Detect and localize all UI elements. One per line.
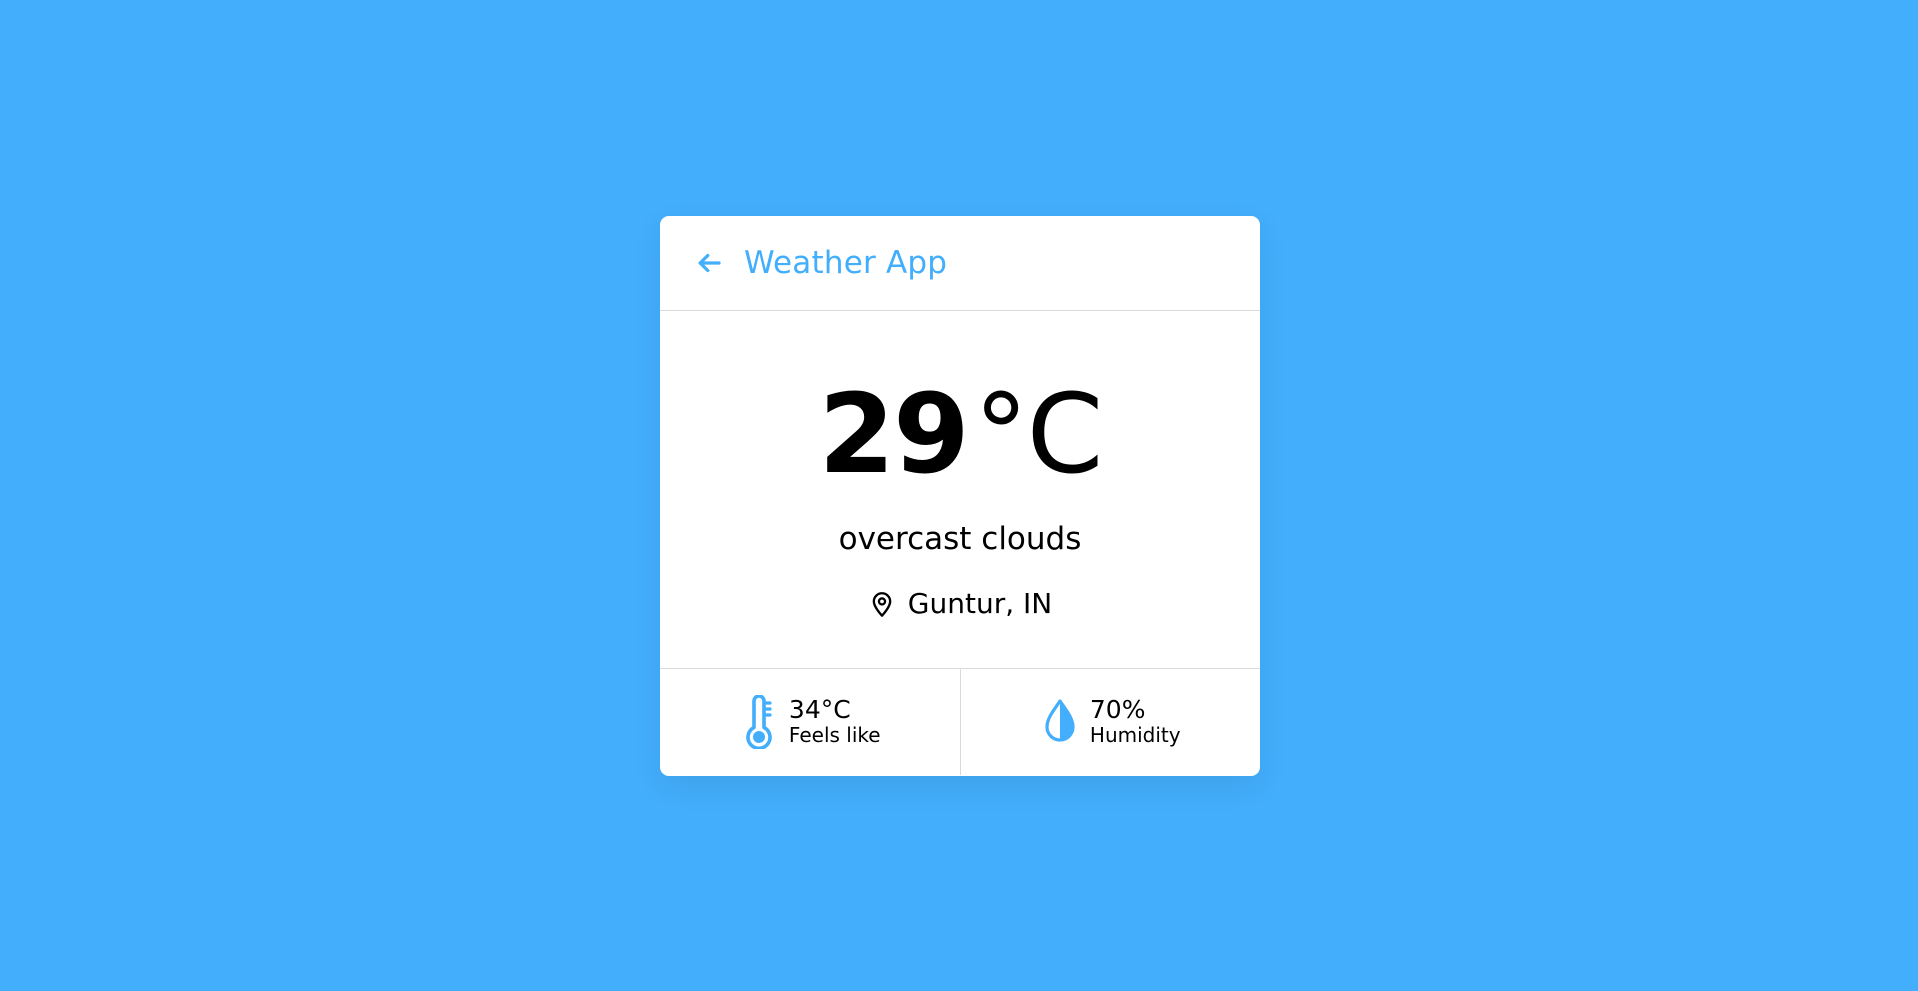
card-header: Weather App [660, 216, 1260, 311]
temperature-value: 29 [818, 370, 970, 498]
map-pin-icon [868, 589, 896, 619]
weather-description: overcast clouds [838, 521, 1082, 557]
app-title: Weather App [744, 245, 948, 281]
weather-card: Weather App 29 °C overcast clouds Guntur… [660, 216, 1260, 776]
humidity-stat: 70% Humidity [959, 669, 1261, 775]
thermometer-icon [739, 695, 779, 749]
temperature-display: 29 °C [818, 370, 1104, 498]
humidity-label: Humidity [1089, 723, 1181, 748]
temperature-unit: °C [973, 370, 1104, 498]
arrow-left-icon[interactable] [694, 248, 724, 278]
current-weather: 29 °C overcast clouds Guntur, IN [660, 311, 1260, 669]
location-name: Guntur, IN [907, 587, 1053, 620]
water-drop-icon [1040, 695, 1080, 749]
feels-like-stat: 34°C Feels like [660, 669, 960, 775]
location: Guntur, IN [868, 587, 1052, 620]
feels-like-value: 34°C [788, 694, 851, 724]
feels-like-label: Feels like [788, 723, 881, 748]
weather-details: 34°C Feels like 70% Humidity [660, 669, 1260, 775]
humidity-value: 70% [1089, 694, 1146, 724]
